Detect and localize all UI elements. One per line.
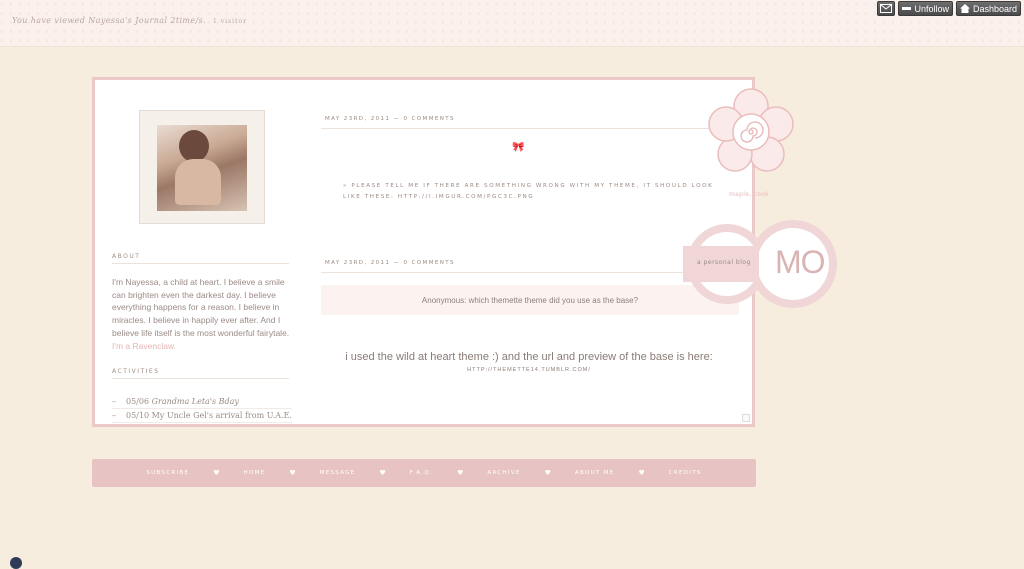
tumblr-controls: Unfollow Dashboard [877,1,1021,16]
nav-message[interactable]: MESSAGE [320,470,356,476]
activities-divider [112,378,289,379]
heart-icon: ♥ [379,469,386,477]
about-divider [112,263,289,264]
ask-box: Anonymous: which themette theme did you … [321,285,739,315]
nav-archive[interactable]: ARCHIVE [487,470,520,476]
navigation-bar: SUBSCRIBE ♥ HOME ♥ MESSAGE ♥ F.A.Q. ♥ AR… [92,459,756,487]
list-item: –05/10 My Uncle Gel's arrival from U.A.E… [112,409,292,423]
post-divider [321,128,741,129]
activity-date: 05/10 [126,411,150,420]
post-divider [321,272,741,273]
post-meta[interactable]: MAY 23RD, 2011 — 0 COMMENTS [325,260,455,266]
resize-handle[interactable] [742,414,750,422]
answer-text: i used the wild at heart theme :) and th… [331,352,727,376]
message-button[interactable] [877,1,896,16]
unfollow-label: Unfollow [914,3,949,14]
view-counter: You have viewed Nayessa's Journal 2time/… [12,16,247,25]
ravenclaw-link[interactable]: I'm a Ravenclaw. [112,341,176,351]
flower-caption: maple, cook [729,191,769,198]
nav-about-me[interactable]: ABOUT ME [575,470,615,476]
view-counter-text: You have viewed Nayessa's Journal 2time/… [12,16,207,25]
heart-icon: ♥ [638,469,645,477]
nav-subscribe[interactable]: SUBSCRIBE [146,470,189,476]
bow-icon: 🎀 [512,142,525,153]
home-icon [959,4,970,13]
base-theme-link[interactable]: HTTP://THEMETTE14.TUMBLR.COM/ [467,367,591,373]
visitor-count: 1 visitor [213,18,247,25]
activity-text: My Uncle Gel's arrival from U.A.E. [151,411,292,420]
unfollow-button[interactable]: Unfollow [898,1,953,16]
activity-text: Grandma Leta's Bday [151,397,239,406]
corner-widget-icon[interactable] [10,557,22,569]
heart-icon: ♥ [289,469,296,477]
post-meta[interactable]: MAY 23RD, 2011 — 0 COMMENTS [325,116,455,122]
about-heading: ABOUT [112,253,141,260]
mail-icon [880,4,893,13]
activities-list[interactable]: –05/06 Grandma Leta's Bday –05/10 My Unc… [112,395,292,427]
about-body: I'm Nayessa, a child at heart. I believe… [112,277,290,338]
minus-icon [902,7,912,10]
answer-body: i used the wild at heart theme :) and th… [345,351,713,363]
avatar-frame [139,110,265,224]
post-text: » PLEASE TELL ME IF THERE ARE SOMETHING … [343,183,714,200]
nav-faq[interactable]: F.A.Q. [410,470,433,476]
main-card: ABOUT I'm Nayessa, a child at heart. I b… [92,77,755,427]
activity-date: 05/06 [126,397,150,406]
activities-heading: ACTIVITIES [112,368,160,375]
heart-icon: ♥ [457,469,464,477]
nav-home[interactable]: HOME [244,470,266,476]
top-banner: You have viewed Nayessa's Journal 2time/… [0,0,1024,47]
avatar [157,125,247,211]
dashboard-button[interactable]: Dashboard [955,1,1021,16]
flower-icon [708,88,794,172]
logo-text: MO [775,244,826,280]
heart-icon: ♥ [213,469,220,477]
heart-icon: ♥ [544,469,551,477]
dashboard-label: Dashboard [972,3,1017,14]
about-text: I'm Nayessa, a child at heart. I believe… [112,276,292,352]
logo-tagline: a personal blog [697,259,751,266]
list-item: –05/06 Grandma Leta's Bday [112,395,292,409]
nav-credits[interactable]: CREDITS [669,470,702,476]
